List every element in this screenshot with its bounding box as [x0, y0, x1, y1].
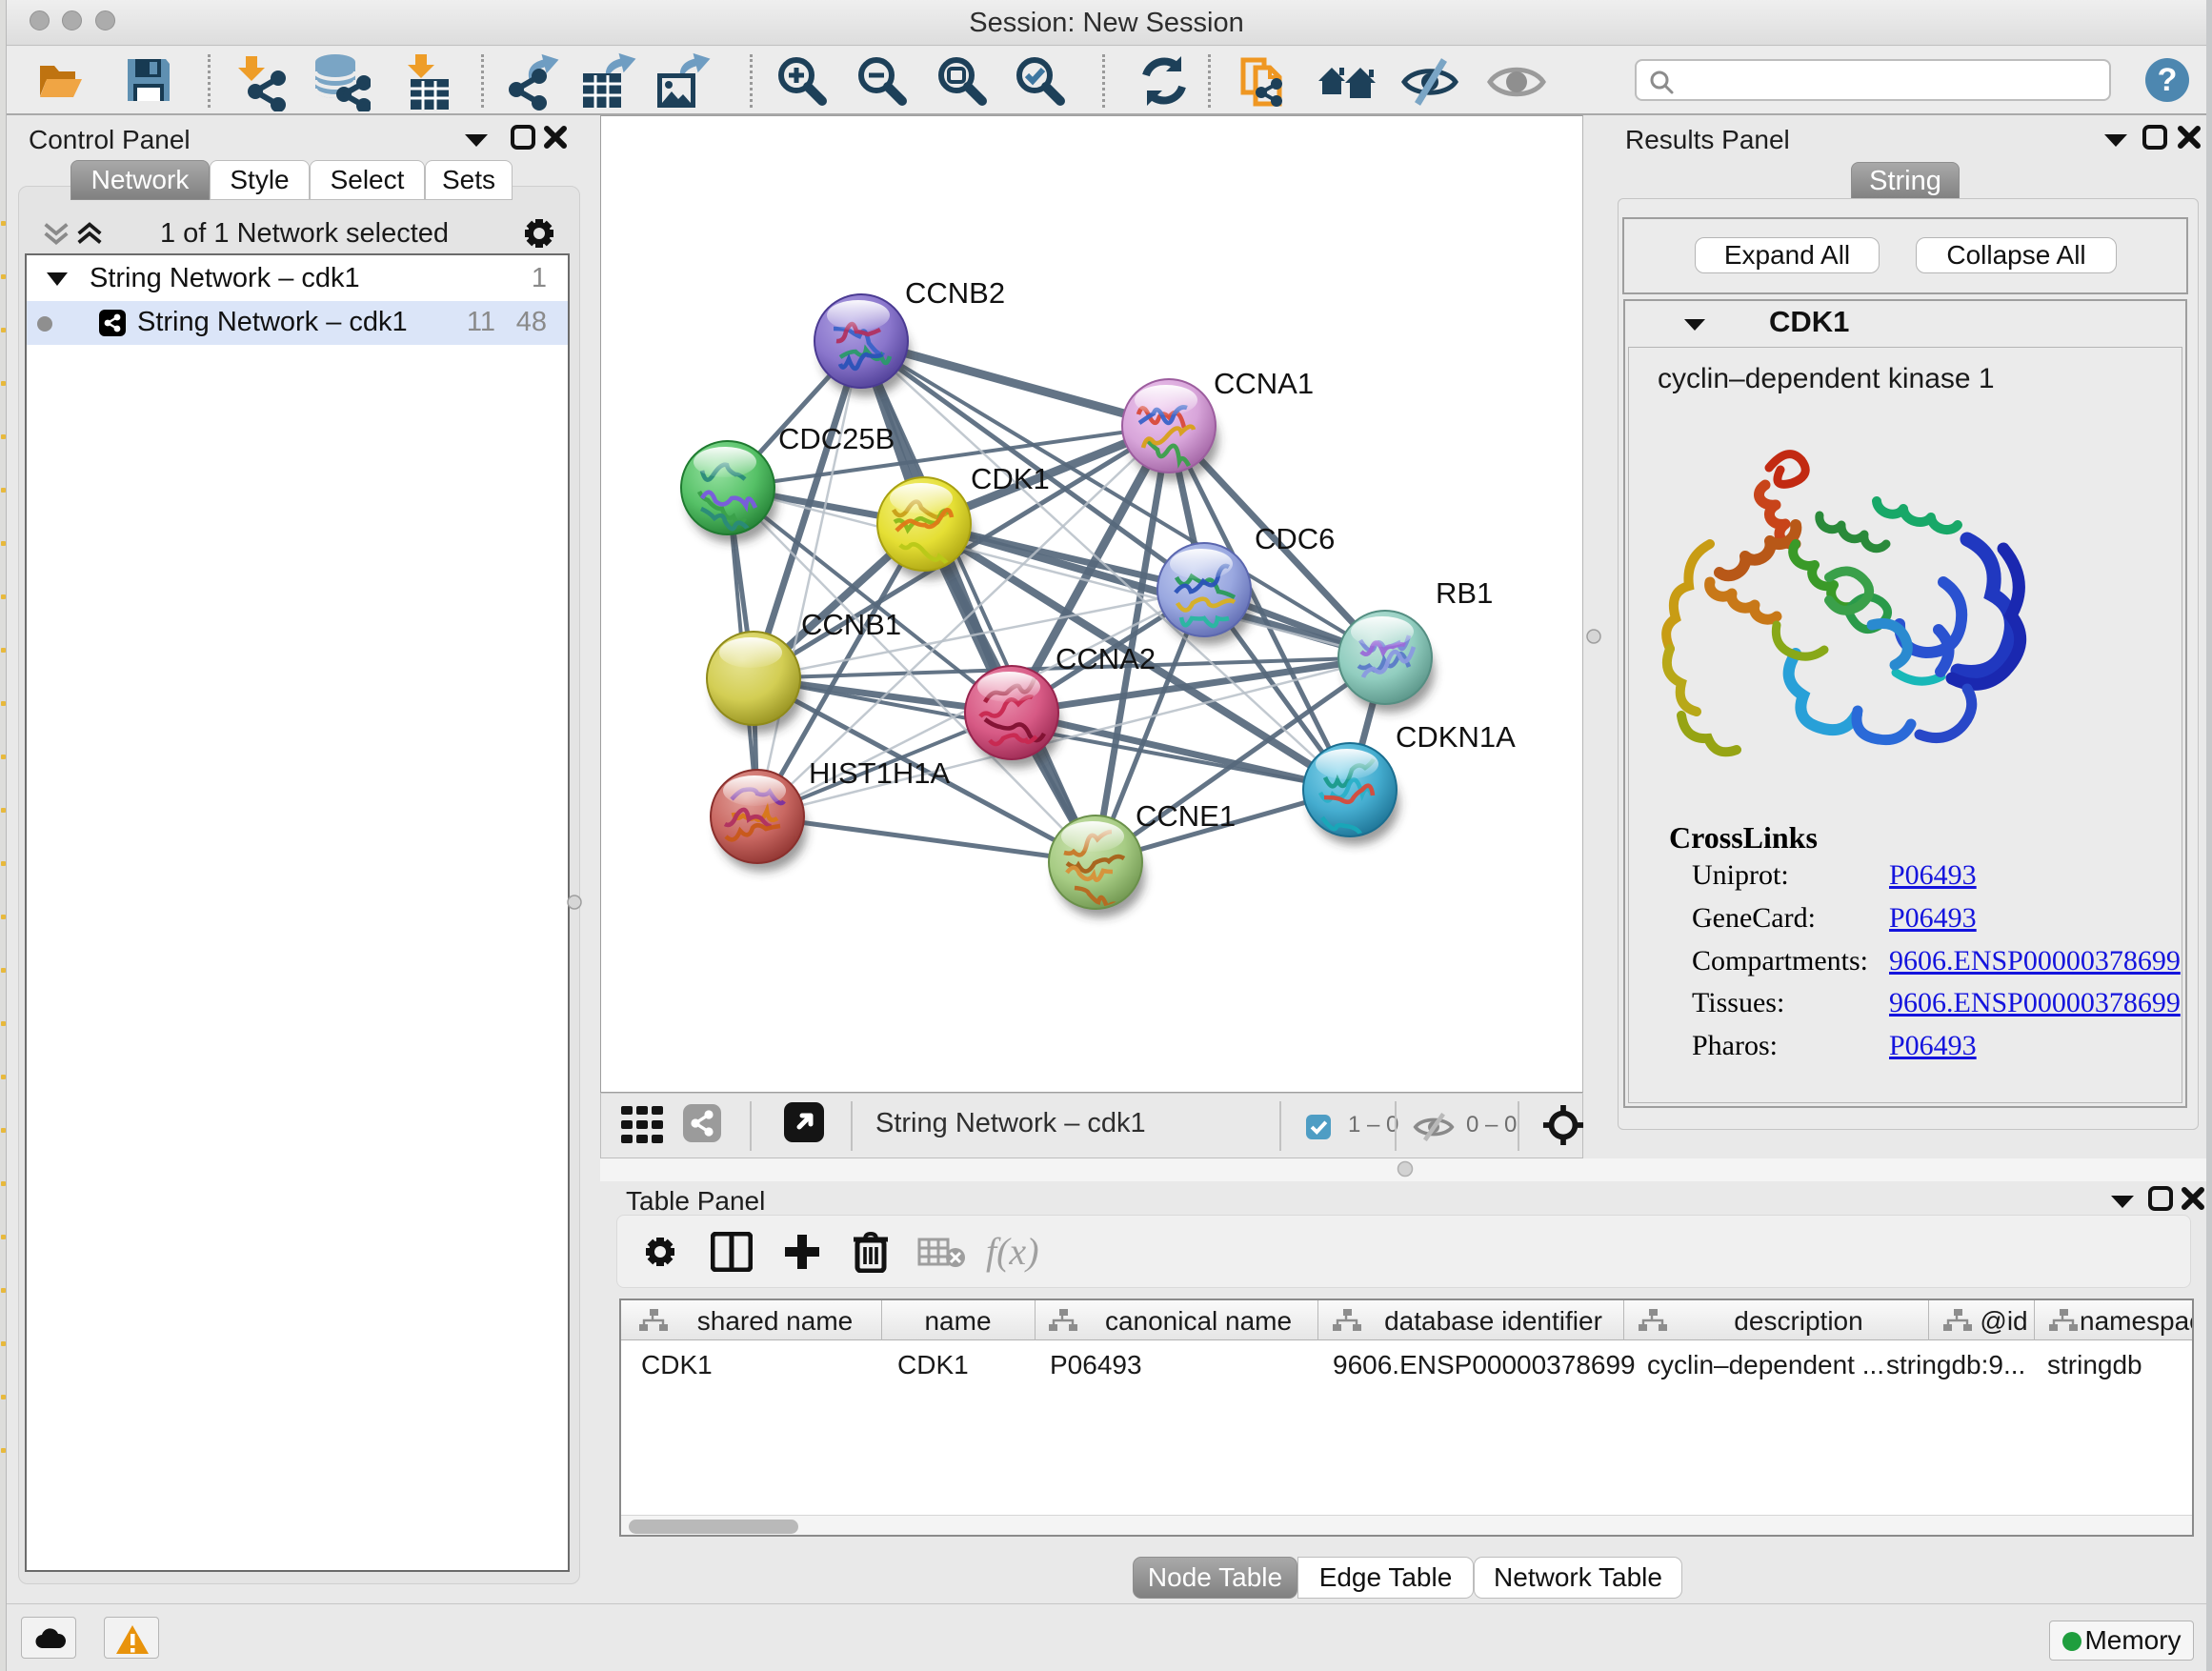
svg-text:CDK1: CDK1: [971, 462, 1050, 495]
svg-text:CDC25B: CDC25B: [778, 422, 895, 455]
svg-text:HIST1H1A: HIST1H1A: [809, 756, 950, 790]
svg-text:CDC6: CDC6: [1255, 522, 1335, 555]
svg-text:CCNA2: CCNA2: [1056, 642, 1156, 675]
svg-text:RB1: RB1: [1436, 576, 1493, 610]
svg-text:CCNA1: CCNA1: [1214, 367, 1314, 400]
svg-text:CCNE1: CCNE1: [1136, 799, 1236, 833]
svg-text:CDKN1A: CDKN1A: [1396, 720, 1516, 754]
svg-text:CCNB1: CCNB1: [801, 608, 901, 641]
svg-text:CCNB2: CCNB2: [905, 276, 1005, 310]
